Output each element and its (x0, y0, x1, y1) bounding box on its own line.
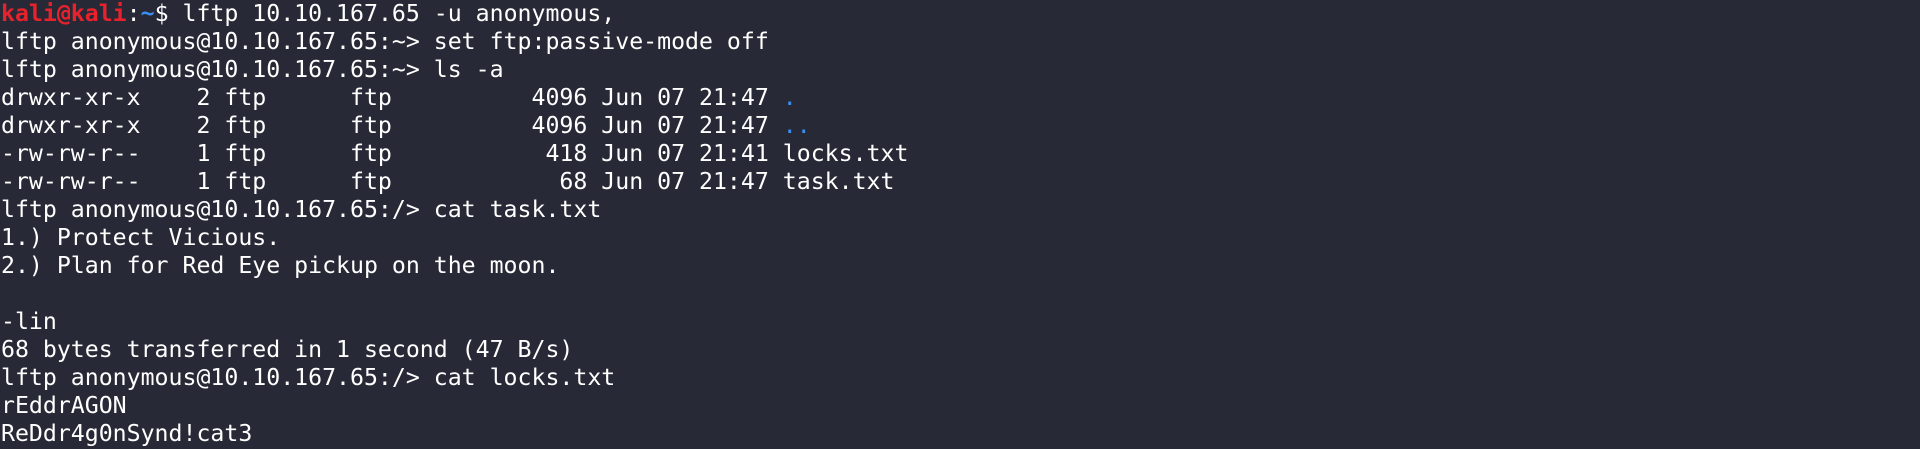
output-line: lftp anonymous@10.10.167.65:~> ls -a (1, 56, 504, 83)
listing-info: 1 ftp ftp 418 Jun 07 21:41 (140, 140, 783, 167)
listing-info: 2 ftp ftp 4096 Jun 07 21:47 (140, 84, 783, 111)
listing-row: drwxr-xr-x 2 ftp ftp 4096 Jun 07 21:47 . (1, 84, 1920, 112)
listing-perms: -rw-rw-r-- (1, 140, 141, 167)
listing-perms: drwxr-xr-x (1, 112, 141, 139)
listing-row: -rw-rw-r-- 1 ftp ftp 68 Jun 07 21:47 tas… (1, 168, 1920, 196)
listing-name: .. (782, 112, 811, 139)
prompt-separator: : (126, 0, 141, 27)
output-line: rEddrAGON (1, 392, 127, 419)
prompt-user-host: kali@kali (1, 0, 127, 27)
listing-info: 1 ftp ftp 68 Jun 07 21:47 (140, 168, 783, 195)
output-line: ReDdr4g0nSynd!cat3 (1, 420, 253, 447)
listing-name: task.txt (782, 168, 895, 195)
output-line: 68 bytes transferred in 1 second (47 B/s… (1, 336, 574, 363)
listing-row: -rw-rw-r-- 1 ftp ftp 418 Jun 07 21:41 lo… (1, 140, 1920, 168)
listing-info: 2 ftp ftp 4096 Jun 07 21:47 (140, 112, 783, 139)
listing-name: . (782, 84, 797, 111)
listing-name: locks.txt (782, 140, 909, 167)
output-line: lftp anonymous@10.10.167.65:/> cat task.… (1, 196, 602, 223)
prompt-path: ~ (140, 0, 155, 27)
command-text: lftp 10.10.167.65 -u anonymous, (182, 0, 616, 27)
terminal-window[interactable]: kali@kali:~$ lftp 10.10.167.65 -u anonym… (0, 0, 1920, 449)
output-line: 1.) Protect Vicious. (1, 224, 281, 251)
prompt-line: kali@kali:~$ lftp 10.10.167.65 -u anonym… (1, 0, 1920, 28)
listing-perms: -rw-rw-r-- (1, 168, 141, 195)
listing-row: drwxr-xr-x 2 ftp ftp 4096 Jun 07 21:47 .… (1, 112, 1920, 140)
output-line: lftp anonymous@10.10.167.65:/> cat locks… (1, 364, 616, 391)
listing-perms: drwxr-xr-x (1, 84, 141, 111)
output-line: -lin (1, 308, 57, 335)
prompt-symbol: $ (154, 0, 183, 27)
output-line: 2.) Plan for Red Eye pickup on the moon. (1, 252, 560, 279)
output-line: lftp anonymous@10.10.167.65:~> set ftp:p… (1, 28, 769, 55)
